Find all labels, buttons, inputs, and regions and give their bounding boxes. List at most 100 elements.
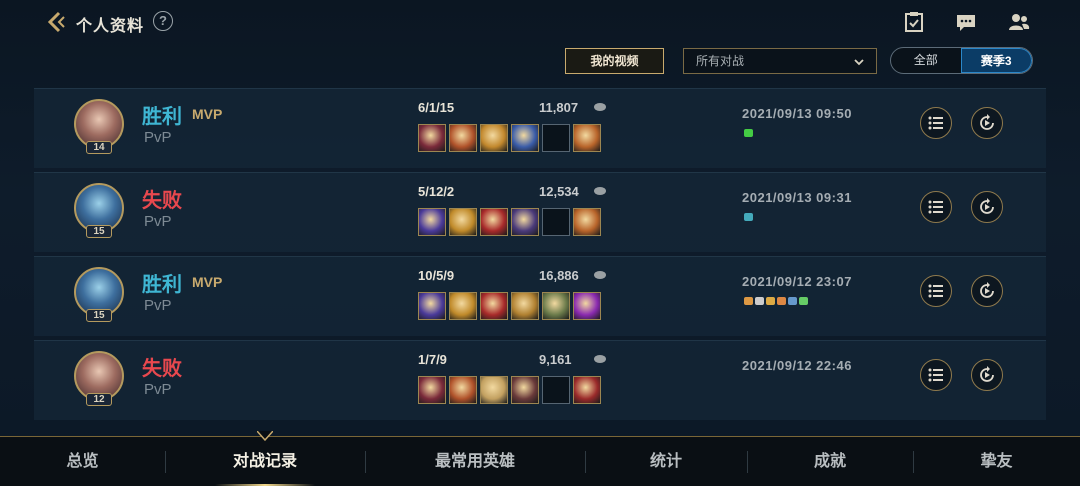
list-icon <box>928 200 943 214</box>
tab-0[interactable]: 总览 <box>0 437 165 486</box>
game-mode: PvP <box>144 297 172 314</box>
list-icon <box>928 116 943 130</box>
replay-button[interactable] <box>971 191 1003 223</box>
tab-divider <box>747 451 748 473</box>
item-icon[interactable] <box>418 124 446 152</box>
segment-all[interactable]: 全部 <box>891 48 961 73</box>
match-date: 2021/09/13 09:50 <box>742 106 852 121</box>
replay-icon <box>980 114 994 130</box>
match-type-dropdown[interactable]: 所有对战 <box>683 48 877 74</box>
item-icon[interactable] <box>418 208 446 236</box>
friends-icon[interactable] <box>1008 11 1030 33</box>
item-icon[interactable] <box>573 376 601 404</box>
match-row[interactable]: 14 胜利 MVP PvP 6/1/15 11,807 2021/09/13 0… <box>34 88 1046 168</box>
replay-icon <box>980 282 994 298</box>
replay-icon <box>980 198 994 214</box>
gold-earned: 12,534 <box>539 184 579 199</box>
details-button[interactable] <box>920 275 952 307</box>
tab-1[interactable]: 对战记录 <box>165 437 365 486</box>
item-icon[interactable] <box>511 208 539 236</box>
item-icon[interactable] <box>418 292 446 320</box>
coin-icon <box>594 187 606 195</box>
badge-list <box>744 129 753 137</box>
achievement-badge-icon <box>788 297 797 305</box>
champion-level: 12 <box>86 393 112 406</box>
gold-earned: 11,807 <box>539 100 579 115</box>
coin-icon <box>594 103 606 111</box>
game-mode: PvP <box>144 129 172 146</box>
match-result: 失败 <box>142 190 182 212</box>
tab-5[interactable]: 挚友 <box>913 437 1080 486</box>
match-row[interactable]: 15 失败 PvP 5/12/2 12,534 2021/09/13 09:31 <box>34 172 1046 252</box>
champion-level: 15 <box>86 309 112 322</box>
item-icon[interactable] <box>511 376 539 404</box>
tab-3[interactable]: 统计 <box>585 437 747 486</box>
details-button[interactable] <box>920 107 952 139</box>
tab-2[interactable]: 最常用英雄 <box>365 437 585 486</box>
empty-item-slot <box>542 124 570 152</box>
item-build <box>418 376 601 404</box>
back-arrow-icon[interactable] <box>44 10 68 34</box>
list-icon <box>928 284 943 298</box>
item-icon[interactable] <box>480 376 508 404</box>
match-date: 2021/09/12 23:07 <box>742 274 852 289</box>
match-row[interactable]: 12 失败 PvP 1/7/9 9,161 2021/09/12 22:46 <box>34 340 1046 420</box>
achievement-badge-icon <box>744 129 753 137</box>
item-icon[interactable] <box>480 292 508 320</box>
kda: 1/7/9 <box>418 352 447 367</box>
item-icon[interactable] <box>418 376 446 404</box>
achievement-badge-icon <box>799 297 808 305</box>
tab-divider <box>585 451 586 473</box>
gold-earned: 16,886 <box>539 268 579 283</box>
item-icon[interactable] <box>449 376 477 404</box>
mvp-badge: MVP <box>192 106 223 122</box>
match-result: 胜利 <box>142 106 182 128</box>
mvp-badge: MVP <box>192 274 223 290</box>
item-icon[interactable] <box>573 124 601 152</box>
my-videos-button[interactable]: 我的视频 <box>565 48 664 74</box>
bottom-nav: 总览 对战记录 最常用英雄 统计 成就 挚友 <box>0 431 1080 486</box>
tab-divider <box>365 451 366 473</box>
tab-divider <box>165 451 166 473</box>
replay-button[interactable] <box>971 359 1003 391</box>
game-mode: PvP <box>144 213 172 230</box>
checklist-icon[interactable] <box>903 11 925 33</box>
match-result: 胜利 <box>142 274 182 296</box>
gold-earned: 9,161 <box>539 352 572 367</box>
match-date: 2021/09/12 22:46 <box>742 358 852 373</box>
item-icon[interactable] <box>449 292 477 320</box>
details-button[interactable] <box>920 191 952 223</box>
item-icon[interactable] <box>542 292 570 320</box>
coin-icon <box>594 355 606 363</box>
match-date: 2021/09/13 09:31 <box>742 190 852 205</box>
item-icon[interactable] <box>449 124 477 152</box>
replay-icon <box>980 366 994 382</box>
season-toggle[interactable]: 全部 赛季3 <box>890 47 1033 74</box>
achievement-badge-icon <box>744 297 753 305</box>
match-row[interactable]: 15 胜利 MVP PvP 10/5/9 16,886 2021/09/12 2… <box>34 256 1046 336</box>
tab-divider <box>913 451 914 473</box>
item-icon[interactable] <box>511 292 539 320</box>
item-icon[interactable] <box>449 208 477 236</box>
segment-season3[interactable]: 赛季3 <box>960 48 1032 73</box>
item-icon[interactable] <box>480 124 508 152</box>
empty-item-slot <box>542 376 570 404</box>
replay-button[interactable] <box>971 275 1003 307</box>
replay-button[interactable] <box>971 107 1003 139</box>
achievement-badge-icon <box>766 297 775 305</box>
details-button[interactable] <box>920 359 952 391</box>
help-icon[interactable]: ? <box>153 11 173 31</box>
achievement-badge-icon <box>777 297 786 305</box>
tab-4[interactable]: 成就 <box>747 437 913 486</box>
item-icon[interactable] <box>573 208 601 236</box>
item-icon[interactable] <box>573 292 601 320</box>
champion-level: 14 <box>86 141 112 154</box>
nav-tabs: 总览 对战记录 最常用英雄 统计 成就 挚友 <box>0 437 1080 486</box>
kda: 5/12/2 <box>418 184 455 199</box>
kda: 10/5/9 <box>418 268 455 283</box>
chat-icon[interactable] <box>955 11 977 33</box>
item-icon[interactable] <box>511 124 539 152</box>
item-icon[interactable] <box>480 208 508 236</box>
achievement-badge-icon <box>744 213 753 221</box>
game-mode: PvP <box>144 381 172 398</box>
